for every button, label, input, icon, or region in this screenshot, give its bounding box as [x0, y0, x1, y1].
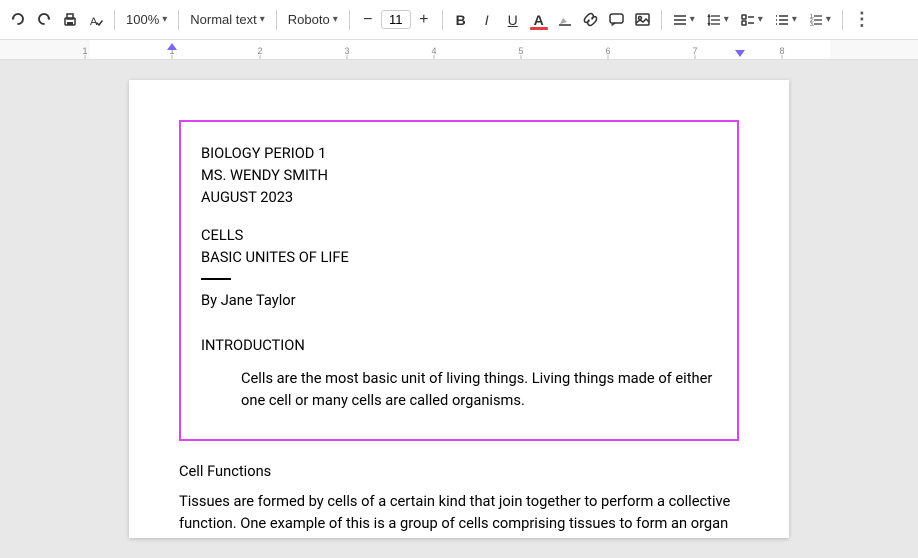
font-color-bar [530, 27, 548, 30]
comment-button[interactable] [605, 8, 629, 32]
teacher-line: MS. WENDY SMITH [201, 164, 717, 186]
sep1 [114, 10, 115, 30]
font-size-input[interactable] [381, 10, 411, 29]
align-chevron: ▾ [690, 14, 695, 25]
more-button[interactable]: ⋮ [849, 8, 875, 32]
svg-text:2: 2 [257, 46, 262, 56]
sep6 [661, 10, 662, 30]
image-button[interactable] [631, 8, 655, 32]
ordered-list-chevron: ▾ [826, 14, 831, 25]
font-size-area: − + [356, 8, 436, 32]
sep2 [178, 10, 179, 30]
toolbar: A 100% ▾ Normal text ▾ Roboto ▾ − + B I … [0, 0, 918, 40]
spellcheck-button[interactable]: A [84, 8, 108, 32]
svg-text:3.: 3. [810, 22, 814, 27]
svg-text:6: 6 [605, 46, 610, 56]
underline-button[interactable]: U [501, 8, 525, 32]
font-dropdown[interactable]: Roboto ▾ [283, 10, 343, 29]
line-spacing-chevron: ▾ [724, 14, 729, 25]
svg-text:5: 5 [518, 46, 523, 56]
zoom-dropdown[interactable]: 100% ▾ [121, 10, 172, 29]
font-label: Roboto [288, 12, 330, 27]
bio-period-line: BIOLOGY PERIOD 1 [201, 142, 717, 164]
sep3 [276, 10, 277, 30]
svg-text:4: 4 [431, 46, 436, 56]
document-area: BIOLOGY PERIOD 1 MS. WENDY SMITH AUGUST … [0, 60, 918, 558]
date-line: AUGUST 2023 [201, 186, 717, 208]
checklist-chevron: ▾ [758, 14, 763, 25]
decrease-font-button[interactable]: − [356, 8, 380, 32]
svg-text:A: A [90, 16, 98, 28]
print-button[interactable] [58, 8, 82, 32]
redo-button[interactable] [32, 8, 56, 32]
zoom-chevron: ▾ [162, 14, 167, 25]
sep5 [442, 10, 443, 30]
tissues-para: Tissues are formed by cells of a certain… [179, 490, 739, 534]
list-dropdown[interactable]: ▾ [770, 11, 802, 29]
svg-text:3: 3 [344, 46, 349, 56]
bold-button[interactable]: B [449, 8, 473, 32]
zoom-label: 100% [126, 12, 159, 27]
intro-para: Cells are the most basic unit of living … [241, 367, 717, 411]
undo-button[interactable] [6, 8, 30, 32]
italic-button[interactable]: I [475, 8, 499, 32]
font-color-button[interactable]: A [527, 8, 551, 32]
intro-heading: INTRODUCTION [201, 335, 717, 356]
line-spacing-dropdown[interactable]: ▾ [702, 11, 734, 29]
cell-functions-heading: Cell Functions [179, 461, 739, 482]
sep7 [842, 10, 843, 30]
list-chevron: ▾ [792, 14, 797, 25]
selected-block[interactable]: BIOLOGY PERIOD 1 MS. WENDY SMITH AUGUST … [179, 120, 739, 441]
align-dropdown[interactable]: ▾ [668, 11, 700, 29]
subtitle-line: BASIC UNITES OF LIFE [201, 246, 717, 268]
increase-font-button[interactable]: + [412, 8, 436, 32]
cells-title: CELLS [201, 224, 717, 246]
author-line: By Jane Taylor [201, 290, 717, 311]
ordered-list-dropdown[interactable]: 1. 2. 3. ▾ [804, 11, 836, 29]
link-button[interactable] [579, 8, 603, 32]
style-chevron: ▾ [260, 14, 265, 25]
style-dropdown[interactable]: Normal text ▾ [185, 10, 270, 29]
highlight-button[interactable] [553, 8, 577, 32]
checklist-dropdown[interactable]: ▾ [736, 11, 768, 29]
divider [201, 278, 231, 280]
document-page[interactable]: BIOLOGY PERIOD 1 MS. WENDY SMITH AUGUST … [129, 80, 789, 538]
svg-text:7: 7 [692, 46, 697, 56]
sep4 [349, 10, 350, 30]
svg-text:8: 8 [779, 46, 784, 56]
ruler: 1 1 2 3 4 5 6 7 8 [0, 40, 918, 60]
style-label: Normal text [190, 12, 256, 27]
font-chevron: ▾ [333, 14, 338, 25]
svg-text:1: 1 [82, 46, 87, 56]
